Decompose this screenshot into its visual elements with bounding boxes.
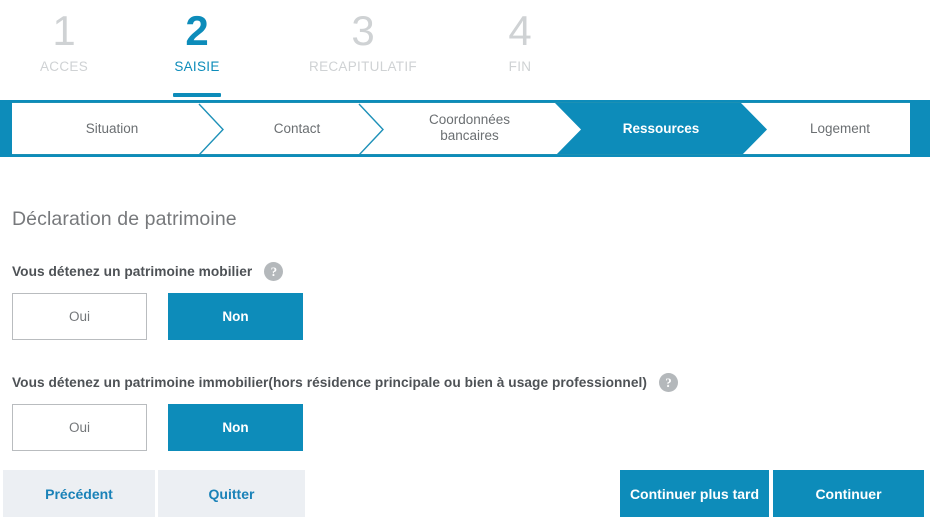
option-oui-button[interactable]: Oui xyxy=(12,404,147,451)
breadcrumb-tab-label: Ressources xyxy=(622,120,700,136)
quit-button[interactable]: Quitter xyxy=(158,470,305,517)
continue-button[interactable]: Continuer xyxy=(773,470,924,517)
breadcrumb-track: Situation Contact Coordonnées bancaires xyxy=(12,102,910,155)
wizard-step-acces[interactable]: 1 ACCES xyxy=(0,0,128,102)
wizard-step-number: 3 xyxy=(351,7,375,54)
breadcrumb-tab-ressources[interactable]: Ressources xyxy=(578,103,744,153)
previous-button[interactable]: Précédent xyxy=(3,470,155,517)
question-mark-circle-icon[interactable]: ? xyxy=(658,373,678,392)
main-content: Déclaration de patrimoine Vous détenez u… xyxy=(0,157,930,451)
patrimoine-declaration-screen: 1 ACCES 2 SAISIE 3 RECAPITULATIF 4 FIN S… xyxy=(0,0,930,527)
wizard-step-saisie[interactable]: 2 SAISIE xyxy=(128,0,266,102)
option-non-button[interactable]: Non xyxy=(168,293,303,340)
breadcrumb-tab-label: Logement xyxy=(809,120,871,136)
toggle-spacer xyxy=(147,404,168,451)
wizard-step-progress: 1 ACCES 2 SAISIE 3 RECAPITULATIF 4 FIN xyxy=(0,0,930,102)
question-mark-circle-icon[interactable]: ? xyxy=(264,262,284,281)
question-label: Vous détenez un patrimoine immobilier(ho… xyxy=(12,375,647,390)
breadcrumb-tab-label-line1: Coordonnées xyxy=(428,112,511,127)
wizard-step-label: FIN xyxy=(508,59,532,74)
toggle-spacer xyxy=(147,293,168,340)
question-label: Vous détenez un patrimoine mobilier xyxy=(12,264,253,279)
question-row-patrimoine-mobilier: Vous détenez un patrimoine mobilier ? xyxy=(12,262,930,281)
breadcrumb-tab-label: Contact xyxy=(273,120,321,136)
toggle-group-patrimoine-immobilier: Oui Non xyxy=(12,404,930,451)
wizard-step-number: 2 xyxy=(185,7,209,54)
breadcrumb-tab-situation[interactable]: Situation xyxy=(12,103,212,153)
breadcrumb-tab-label-line2: bancaires xyxy=(440,128,499,143)
wizard-step-recapitulatif[interactable]: 3 RECAPITULATIF xyxy=(266,0,460,102)
continue-later-button[interactable]: Continuer plus tard xyxy=(620,470,769,517)
wizard-step-label: SAISIE xyxy=(174,59,220,74)
breadcrumb-tab-label: Coordonnées bancaires xyxy=(417,112,522,144)
page-title: Déclaration de patrimoine xyxy=(12,208,237,230)
breadcrumb-tab-label: Situation xyxy=(85,120,139,136)
wizard-step-fin[interactable]: 4 FIN xyxy=(460,0,580,102)
breadcrumb: Situation Contact Coordonnées bancaires xyxy=(0,100,930,157)
breadcrumb-tab-coordonnees-bancaires[interactable]: Coordonnées bancaires xyxy=(382,103,557,153)
wizard-step-label: ACCES xyxy=(39,59,88,74)
footer-actions: Précédent Quitter Continuer plus tard Co… xyxy=(0,470,930,527)
wizard-step-number: 4 xyxy=(508,7,532,54)
toggle-group-patrimoine-mobilier: Oui Non xyxy=(12,293,930,340)
active-step-underline xyxy=(173,93,221,97)
question-row-patrimoine-immobilier: Vous détenez un patrimoine immobilier(ho… xyxy=(12,373,930,392)
wizard-step-label: RECAPITULATIF xyxy=(309,59,417,74)
option-oui-button[interactable]: Oui xyxy=(12,293,147,340)
option-non-button[interactable]: Non xyxy=(168,404,303,451)
breadcrumb-tab-contact[interactable]: Contact xyxy=(212,103,382,153)
wizard-step-number: 1 xyxy=(52,7,76,54)
breadcrumb-tab-logement[interactable]: Logement xyxy=(770,103,910,153)
